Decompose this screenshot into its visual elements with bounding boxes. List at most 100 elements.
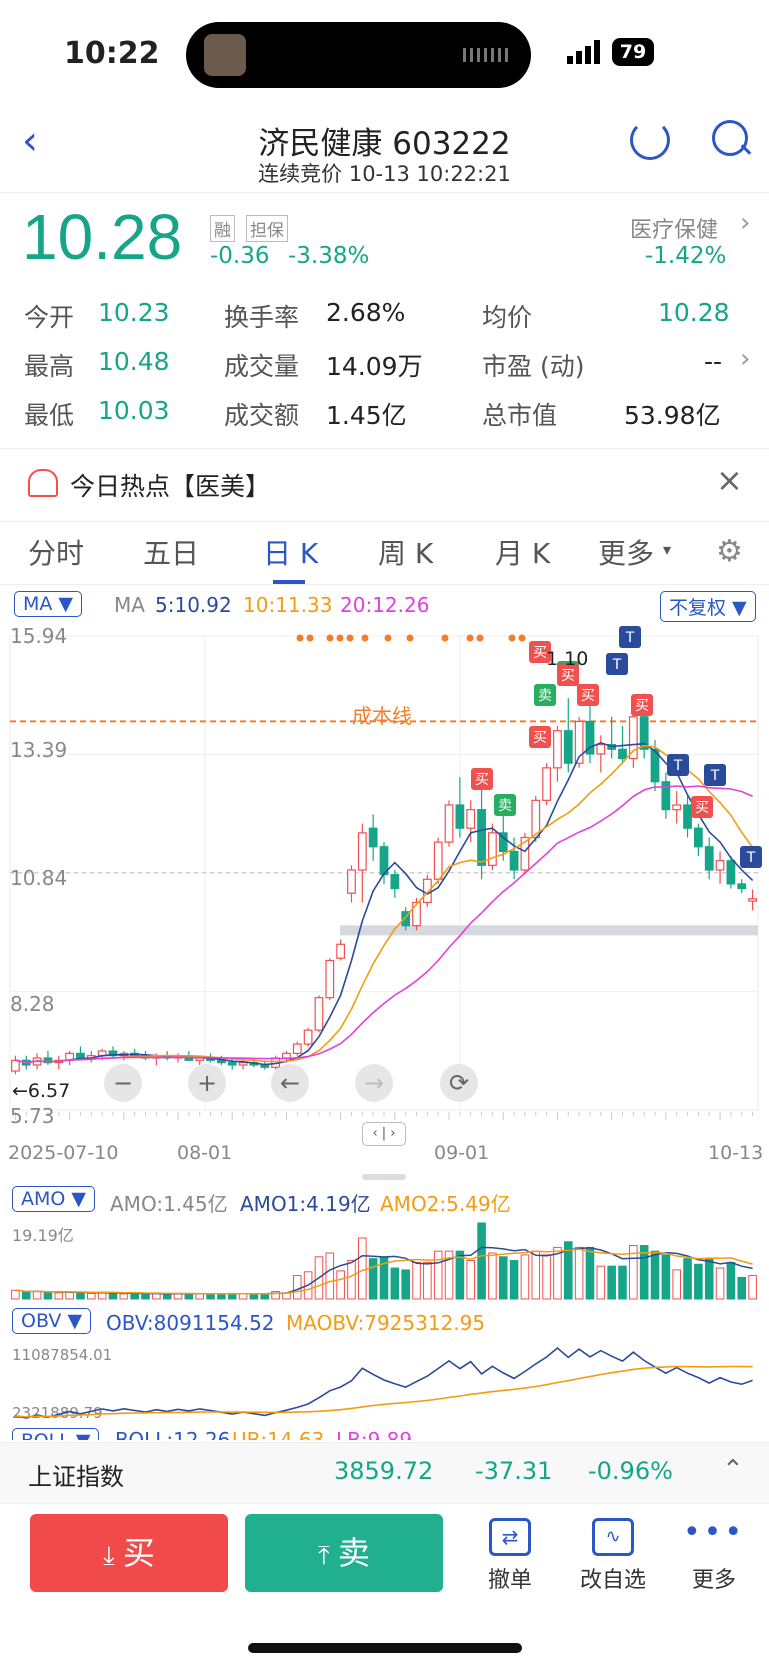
pan-right-button[interactable]: → — [355, 1064, 393, 1102]
battery-level: 79 — [619, 41, 647, 63]
buy-label: 买 — [122, 1534, 155, 1572]
buy-button[interactable]: ⤓ 买 — [30, 1514, 228, 1592]
sector-name[interactable]: 医疗保健 — [630, 212, 718, 244]
zoom-out-button[interactable]: − — [104, 1064, 142, 1102]
edit-watchlist-button[interactable]: ∿ 改自选 — [575, 1518, 651, 1594]
close-icon[interactable]: × — [716, 461, 743, 499]
candle-body — [737, 883, 747, 890]
candle-body — [368, 827, 378, 848]
adjust-label: 不复权 — [669, 597, 727, 619]
stat-label[interactable]: 市盈 (动) — [482, 347, 584, 383]
stat-label: 均价 — [482, 303, 533, 332]
candle-body — [661, 781, 671, 811]
chevron-right-icon[interactable]: › — [740, 208, 750, 238]
refresh-icon[interactable] — [630, 120, 670, 160]
boll-lb: LB:9.89 — [336, 1428, 413, 1440]
ma-selector[interactable]: MA ▼ — [14, 591, 83, 617]
signal-sell-label: 卖 — [498, 798, 512, 814]
zoom-in-button[interactable]: + — [188, 1064, 226, 1102]
cancel-order-button[interactable]: ⇄ 撤单 — [478, 1518, 542, 1594]
maobv-value: MAOBV:7925312.95 — [286, 1311, 486, 1335]
volume-bar — [466, 1260, 476, 1300]
volume-bar — [574, 1246, 584, 1300]
ma-selector-label: MA — [23, 593, 53, 615]
candle-body — [357, 832, 367, 871]
amo-selector[interactable]: AMO ▼ — [12, 1186, 96, 1212]
obv-selector[interactable]: OBV ▼ — [12, 1308, 92, 1334]
hot-topic-banner[interactable]: 今日热点【医美】 × — [0, 448, 769, 522]
stat-value: 10.23 — [98, 298, 170, 327]
adjust-selector[interactable]: 不复权 ▼ — [660, 591, 756, 622]
volume-bar — [509, 1260, 519, 1300]
price-change-pct: -3.38% — [288, 243, 370, 269]
rotate-screen-button[interactable]: ⟳ — [440, 1064, 478, 1102]
volume-bar — [390, 1267, 400, 1300]
volume-bar — [206, 1293, 215, 1300]
tab-daily-k[interactable]: 日 K — [263, 532, 318, 572]
signal-t-label: T — [710, 768, 720, 784]
candle-body — [704, 846, 714, 871]
gear-icon[interactable]: ⚙ — [716, 534, 743, 569]
tab-five-day[interactable]: 五日 — [143, 532, 199, 572]
ma20-line — [15, 785, 753, 1064]
y-label: 13.39 — [10, 738, 68, 762]
candle-body — [11, 1059, 20, 1072]
volume-bar — [347, 1260, 356, 1300]
search-icon[interactable] — [712, 120, 752, 156]
price-change: -0.36 — [210, 243, 270, 269]
signal-dot — [476, 634, 484, 642]
amo1-value: AMO1:4.19亿 — [240, 1192, 371, 1216]
more-button[interactable]: ••• 更多 — [682, 1518, 746, 1594]
stat-value: -- — [704, 347, 723, 376]
index-change: -37.31 — [475, 1457, 553, 1485]
alarm-icon — [28, 469, 58, 497]
amo-chart — [11, 1222, 757, 1300]
candle-body — [227, 1062, 237, 1066]
volume-bar — [694, 1263, 703, 1300]
candle-body — [336, 943, 346, 959]
candle-body — [282, 1052, 291, 1059]
candle-body — [693, 827, 703, 848]
volume-bar — [661, 1254, 671, 1300]
amo2-value: AMO2:5.49亿 — [380, 1192, 511, 1216]
volume-bar — [217, 1293, 226, 1300]
signal-dot — [406, 634, 414, 642]
boll-ub: UB:14.63 — [232, 1428, 325, 1440]
volume-bar — [97, 1292, 107, 1300]
collateral-tag: 担保 — [246, 215, 288, 242]
drag-handle[interactable]: ‹ | › — [362, 1122, 406, 1146]
volume-bar — [119, 1293, 129, 1300]
signal-dot — [296, 634, 304, 642]
tab-monthly-k[interactable]: 月 K — [495, 532, 550, 572]
chevron-up-icon[interactable]: ⌃ — [722, 1455, 744, 1485]
status-time: 10:22 — [64, 36, 160, 71]
sell-button[interactable]: ⤒ 卖 — [245, 1514, 443, 1592]
signal-buy-label: 买 — [581, 688, 595, 704]
tab-intraday[interactable]: 分时 — [28, 532, 84, 572]
obv-value: OBV:8091154.52 — [106, 1311, 275, 1335]
signal-dot — [326, 634, 334, 642]
candle-body — [412, 901, 421, 927]
volume-bar — [715, 1267, 725, 1300]
volume-bar — [238, 1293, 248, 1300]
dynamic-island — [186, 22, 531, 88]
stat-label: 成交额 — [224, 401, 300, 430]
caret-down-icon: ▾ — [663, 540, 672, 559]
stat-label: 换手率 — [224, 303, 300, 332]
candle-body — [628, 716, 638, 760]
pan-left-button[interactable]: ← — [271, 1064, 309, 1102]
cost-line-label: 成本线 — [352, 704, 412, 728]
signal-buy-label: 买 — [533, 645, 547, 661]
candle-body — [618, 748, 627, 760]
volume-bar — [11, 1289, 20, 1300]
tab-weekly-k[interactable]: 周 K — [378, 532, 433, 572]
signal-sell-label: 卖 — [538, 688, 552, 704]
boll-selector[interactable]: BOLL ▼ — [12, 1428, 100, 1440]
index-bar[interactable]: 上证指数 3859.72 -37.31 -0.96% ⌃ — [0, 1442, 769, 1504]
tab-more[interactable]: 更多 — [598, 532, 654, 572]
stat-label: 成交量 — [224, 352, 300, 381]
volume-bar — [618, 1265, 627, 1300]
resize-handle[interactable] — [362, 1174, 406, 1180]
chevron-right-icon[interactable]: › — [740, 344, 750, 374]
more-label: 更多 — [691, 1568, 736, 1593]
